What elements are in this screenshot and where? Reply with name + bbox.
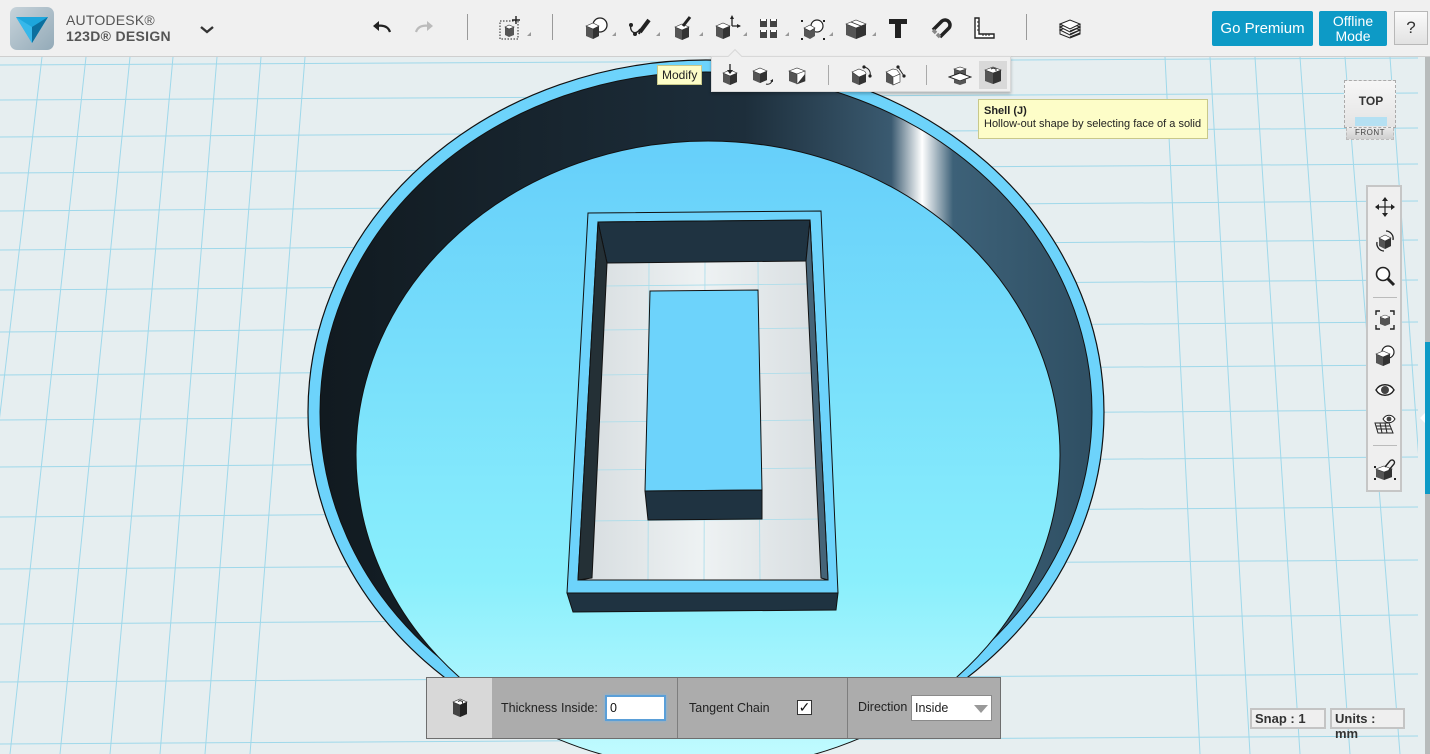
sketch-icon[interactable] xyxy=(624,12,656,44)
primitives-icon[interactable] xyxy=(580,12,612,44)
inside-label: Inside: xyxy=(561,701,598,715)
toolbar-separator xyxy=(467,14,468,40)
brand-line1: AUTODESK® xyxy=(66,12,155,28)
panel-divider xyxy=(847,678,848,738)
pan-arrows-icon[interactable] xyxy=(1371,193,1399,221)
combine-icon[interactable] xyxy=(840,12,872,44)
eye-icon[interactable] xyxy=(1371,376,1399,404)
scene-canvas xyxy=(0,57,1418,754)
app-window: AUTODESK® 123D® DESIGN xyxy=(0,0,1430,754)
modify-icon[interactable] xyxy=(711,12,743,44)
text-icon[interactable] xyxy=(882,12,914,44)
units-setting[interactable]: Units : mm xyxy=(1330,708,1405,729)
snap-setting[interactable]: Snap : 1 xyxy=(1250,708,1326,729)
direction-value: Inside xyxy=(915,701,948,715)
help-button[interactable]: ? xyxy=(1394,11,1428,45)
redo-icon[interactable] xyxy=(408,12,440,44)
top-toolbar: AUTODESK® 123D® DESIGN xyxy=(0,0,1430,57)
panel-collapse-handle[interactable] xyxy=(1420,413,1425,423)
fillet-icon[interactable] xyxy=(847,61,875,89)
dropdown-arrow-icon xyxy=(974,705,988,713)
tweak-icon[interactable] xyxy=(749,61,777,89)
fit-to-view-icon[interactable] xyxy=(1371,306,1399,334)
pillar-top-face xyxy=(645,290,762,491)
app-logo xyxy=(10,7,54,50)
offline-mode-button[interactable]: Offline Mode xyxy=(1319,11,1387,46)
split-face-icon[interactable] xyxy=(783,61,811,89)
direction-label: Direction xyxy=(858,700,907,714)
submenu-separator xyxy=(926,65,927,85)
grouping-icon[interactable] xyxy=(797,12,829,44)
direction-select[interactable]: Inside xyxy=(911,695,992,721)
orbit-icon[interactable] xyxy=(1371,227,1399,255)
zoom-magnifier-icon[interactable] xyxy=(1371,262,1399,290)
thickness-inside-input[interactable] xyxy=(605,695,666,721)
box-inner-back-wall xyxy=(598,220,810,263)
nav-separator xyxy=(1373,445,1397,446)
go-premium-button[interactable]: Go Premium xyxy=(1212,11,1313,46)
shell-tooltip-description: Hollow-out shape by selecting face of a … xyxy=(984,118,1202,130)
nav-separator xyxy=(1373,297,1397,298)
navigation-toolbar xyxy=(1366,185,1402,492)
view-cube-top-face[interactable]: TOP xyxy=(1344,80,1396,128)
tangent-chain-label: Tangent Chain xyxy=(689,701,770,715)
shell-icon xyxy=(450,697,470,719)
chamfer-icon[interactable] xyxy=(881,61,909,89)
view-cube-edge-highlight[interactable] xyxy=(1355,117,1387,126)
shell-tooltip: Shell (J) Hollow-out shape by selecting … xyxy=(978,99,1208,139)
brand-line2: 123D® DESIGN xyxy=(66,28,171,44)
undo-icon[interactable] xyxy=(366,12,398,44)
panel-divider xyxy=(677,678,678,738)
material-stack-icon[interactable] xyxy=(1054,12,1086,44)
construct-icon[interactable] xyxy=(667,12,699,44)
transform-icon[interactable] xyxy=(495,12,527,44)
shell-tooltip-title: Shell (J) xyxy=(984,105,1202,117)
snap-cube-icon[interactable] xyxy=(1371,455,1399,483)
right-panel-scrollbar[interactable] xyxy=(1425,57,1430,754)
toolbar-separator xyxy=(552,14,553,40)
modify-submenu xyxy=(711,56,1011,92)
scrollbar-thumb[interactable] xyxy=(1425,342,1430,494)
shell-panel-icon-cell xyxy=(427,678,492,738)
box-outer-front-wall xyxy=(567,593,838,612)
view-cube-top-label: TOP xyxy=(1345,94,1397,108)
grid-eye-icon[interactable] xyxy=(1371,410,1399,438)
thickness-label: Thickness xyxy=(501,701,557,715)
view-cube[interactable]: TOP FRONT xyxy=(1344,80,1396,142)
view-cube-front-face[interactable]: FRONT xyxy=(1346,128,1394,140)
chevron-down-icon[interactable] xyxy=(198,22,216,38)
split-solid-icon[interactable] xyxy=(946,61,974,89)
3d-viewport[interactable] xyxy=(0,57,1418,754)
measure-ruler-icon[interactable] xyxy=(968,12,1000,44)
shell-icon[interactable] xyxy=(979,61,1007,89)
views-icon[interactable] xyxy=(1371,342,1399,370)
submenu-separator xyxy=(828,65,829,85)
shell-options-panel: Thickness Inside: Tangent Chain ✓ Direct… xyxy=(426,677,1001,739)
pillar-front-face xyxy=(645,490,762,520)
modify-tooltip: Modify xyxy=(657,65,702,85)
toolbar-separator xyxy=(1026,14,1027,40)
snap-magnet-icon[interactable] xyxy=(925,12,957,44)
press-pull-icon[interactable] xyxy=(717,61,745,89)
tangent-chain-checkbox[interactable]: ✓ xyxy=(797,700,812,715)
pattern-icon[interactable] xyxy=(753,12,785,44)
